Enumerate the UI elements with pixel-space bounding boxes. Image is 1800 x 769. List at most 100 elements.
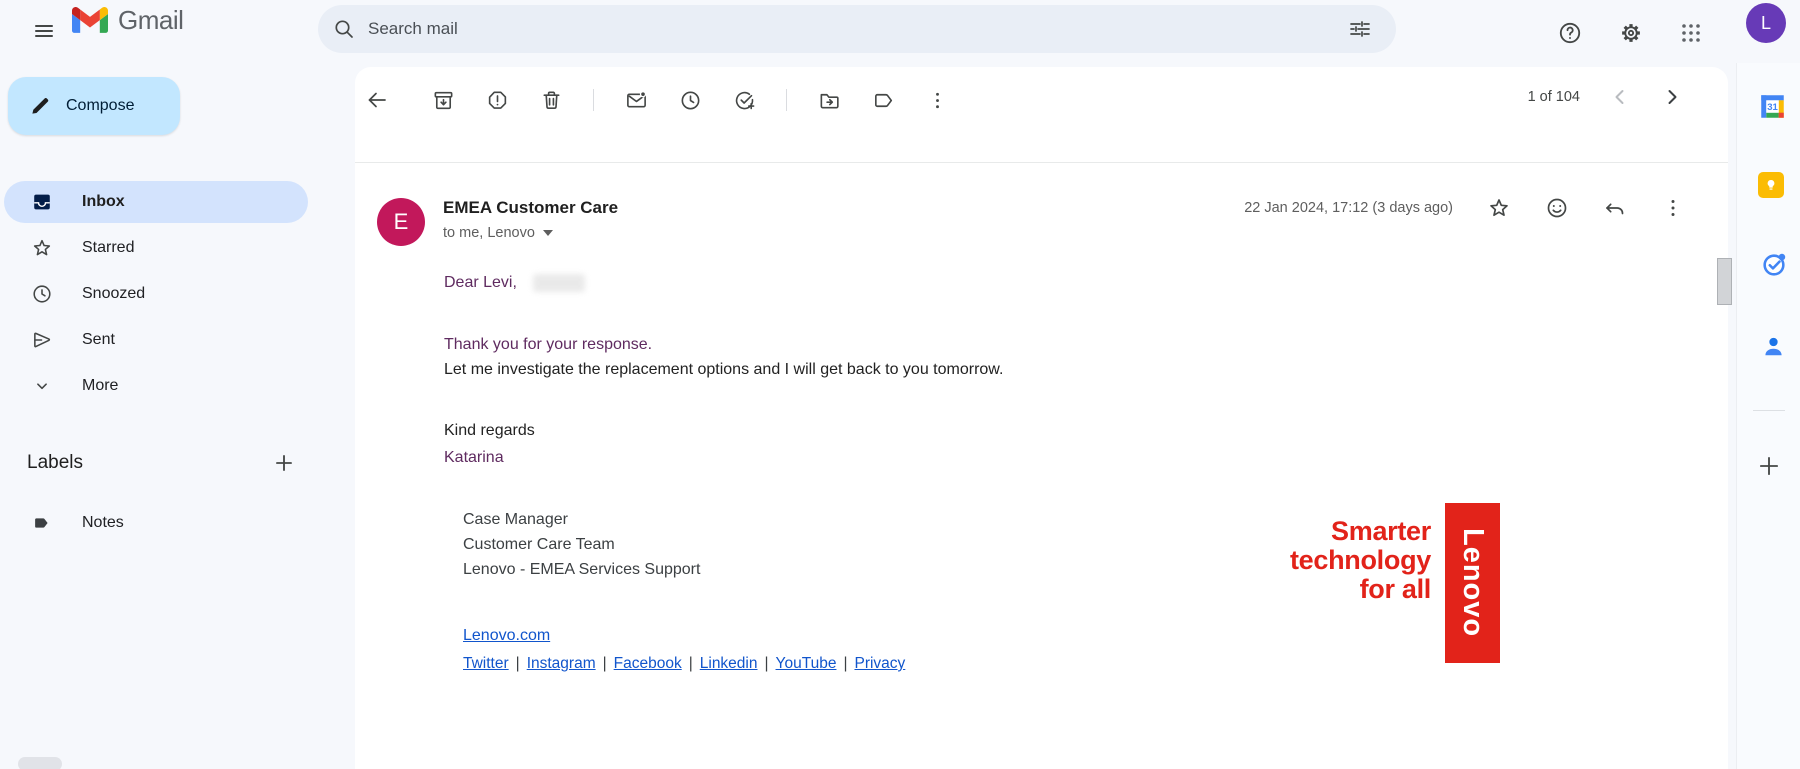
compose-button[interactable]: Compose <box>8 77 180 135</box>
sidebar-item-starred[interactable]: Starred <box>4 227 308 269</box>
search-input[interactable] <box>368 19 1396 39</box>
keep-button[interactable] <box>1756 170 1786 200</box>
report-spam-button[interactable] <box>485 88 509 112</box>
calendar-button[interactable]: 31 <box>1757 91 1787 121</box>
snooze-button[interactable] <box>678 88 702 112</box>
scrollbar-thumb[interactable] <box>1717 258 1732 305</box>
lenovo-tagline: Smarter technology for all <box>1290 517 1431 604</box>
sidebar-item-inbox[interactable]: Inbox <box>4 181 308 223</box>
tagline-line: Smarter <box>1290 517 1431 546</box>
twitter-link[interactable]: Twitter <box>463 651 509 676</box>
search-icon[interactable] <box>332 17 356 41</box>
trash-icon <box>540 89 563 112</box>
gmail-m-icon <box>72 7 108 34</box>
privacy-link[interactable]: Privacy <box>854 651 905 676</box>
labels-button[interactable] <box>871 88 895 112</box>
snooze-clock-icon <box>679 89 702 112</box>
chevron-left-icon <box>1608 85 1632 109</box>
get-add-ons-button[interactable] <box>1754 451 1784 481</box>
sidebar-nav: Inbox Starred Snoozed Sent More <box>4 181 308 407</box>
facebook-link[interactable]: Facebook <box>614 651 682 676</box>
archive-button[interactable] <box>431 88 455 112</box>
contacts-button[interactable] <box>1758 331 1788 361</box>
link-separator: | <box>765 651 769 676</box>
apps-grid-icon <box>1679 21 1703 45</box>
main-menu-button[interactable] <box>22 9 66 53</box>
move-to-button[interactable] <box>817 88 841 112</box>
reply-icon <box>1603 196 1627 220</box>
delete-button[interactable] <box>539 88 563 112</box>
social-links: Twitter| Instagram| Facebook| Linkedin| … <box>463 651 1003 676</box>
greeting: Dear Levi, <box>444 274 517 291</box>
star-button[interactable] <box>1487 196 1511 220</box>
link-separator: | <box>516 651 520 676</box>
lenovo-website-link[interactable]: Lenovo.com <box>463 623 550 648</box>
toolbar-separator <box>786 89 787 111</box>
link-separator: | <box>843 651 847 676</box>
add-task-icon <box>733 89 756 112</box>
pagination-count: 1 of 104 <box>1528 89 1580 105</box>
back-button[interactable] <box>365 88 389 112</box>
lenovo-wordmark: Lenovo <box>1456 528 1489 637</box>
toolbar-divider <box>355 162 1728 163</box>
profile-avatar[interactable]: L <box>1746 3 1786 43</box>
top-bar: Gmail L <box>0 0 1800 63</box>
sender-avatar[interactable]: E <box>377 198 425 246</box>
tagline-line: technology <box>1290 546 1431 575</box>
back-arrow-icon <box>365 88 389 112</box>
help-button[interactable] <box>1550 13 1590 53</box>
linkedin-link[interactable]: Linkedin <box>700 651 758 676</box>
instagram-link[interactable]: Instagram <box>527 651 596 676</box>
label-icon <box>872 89 895 112</box>
email-date: 22 Jan 2024, 17:12 (3 days ago) <box>1244 200 1453 216</box>
mark-unread-button[interactable] <box>624 88 648 112</box>
rail-divider <box>1753 410 1785 411</box>
message-toolbar <box>365 88 949 112</box>
newer-button[interactable] <box>1608 85 1632 109</box>
more-vertical-icon <box>926 89 949 112</box>
tasks-icon <box>1760 251 1788 279</box>
body-line: Let me investigate the replacement optio… <box>444 357 1003 382</box>
closing-line: Kind regards <box>444 418 1003 443</box>
gmail-logo[interactable]: Gmail <box>72 5 183 36</box>
youtube-link[interactable]: YouTube <box>776 651 837 676</box>
recipients-caret-icon <box>543 230 553 236</box>
bottom-left-cutoff-element <box>18 757 62 769</box>
label-tag-icon <box>30 512 54 534</box>
reply-button[interactable] <box>1603 196 1627 220</box>
more-options-button[interactable] <box>925 88 949 112</box>
sidebar-item-snoozed[interactable]: Snoozed <box>4 273 308 315</box>
sidebar-label-notes[interactable]: Notes <box>4 503 308 543</box>
older-button[interactable] <box>1660 85 1684 109</box>
emoji-reaction-button[interactable] <box>1545 196 1569 220</box>
star-icon <box>1487 196 1511 220</box>
email-body: Dear Levi, Thank you for your response. … <box>444 270 1003 676</box>
keep-icon <box>1758 172 1784 198</box>
signature-line: Case Manager <box>463 507 1003 532</box>
chevron-down-icon <box>30 375 54 397</box>
recipients-toggle[interactable]: to me, Lenovo <box>443 225 618 241</box>
sidebar-item-sent[interactable]: Sent <box>4 319 308 361</box>
signature-line: Customer Care Team <box>463 532 1003 557</box>
create-label-button[interactable] <box>271 450 297 476</box>
message-more-button[interactable] <box>1661 196 1685 220</box>
google-apps-button[interactable] <box>1671 13 1711 53</box>
toolbar-separator <box>593 89 594 111</box>
settings-button[interactable] <box>1611 13 1651 53</box>
link-separator: | <box>603 651 607 676</box>
archive-icon <box>432 89 455 112</box>
tasks-button[interactable] <box>1759 250 1789 280</box>
add-to-tasks-button[interactable] <box>732 88 756 112</box>
hamburger-icon <box>32 19 56 43</box>
sidebar-item-more[interactable]: More <box>4 365 308 407</box>
redacted-text <box>533 274 585 292</box>
search-bar[interactable] <box>318 5 1396 53</box>
sidebar-item-label: Snoozed <box>82 285 145 303</box>
gmail-wordmark: Gmail <box>118 5 183 36</box>
sidebar-item-label: Inbox <box>82 193 125 211</box>
signature-name: Katarina <box>444 445 1003 470</box>
gear-icon <box>1618 20 1644 46</box>
side-panel-rail: 31 <box>1736 63 1800 769</box>
signature-line: Lenovo - EMEA Services Support <box>463 557 1003 582</box>
search-options-icon[interactable] <box>1348 17 1372 41</box>
